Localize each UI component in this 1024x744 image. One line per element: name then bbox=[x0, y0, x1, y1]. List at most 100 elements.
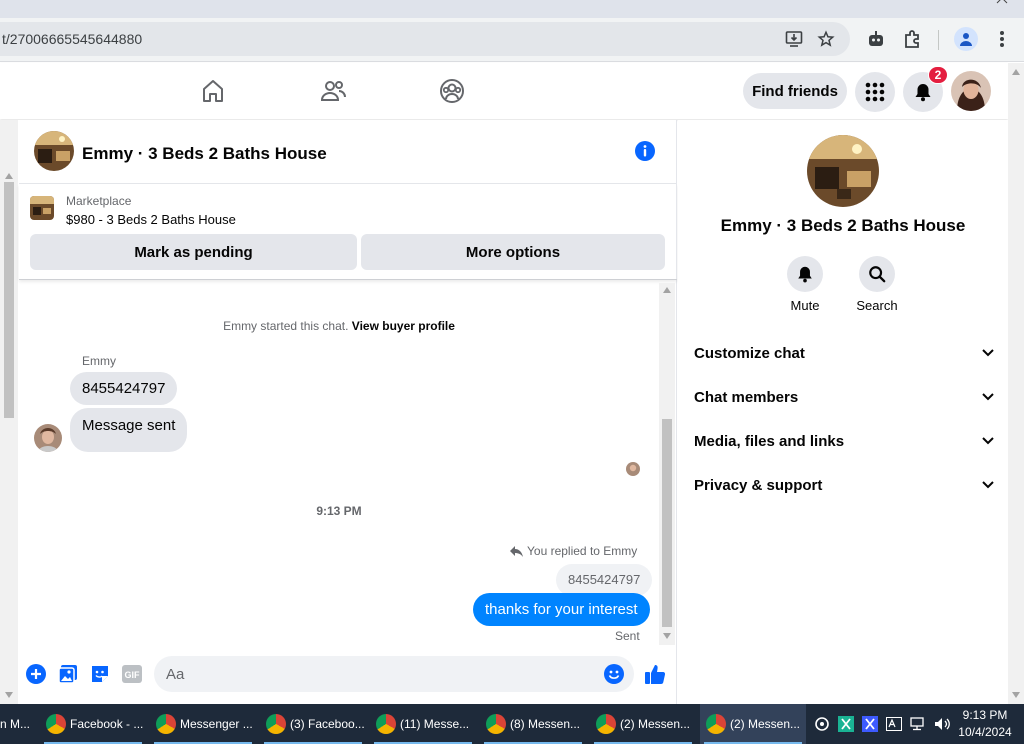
photo-icon[interactable] bbox=[58, 664, 78, 684]
customize-chat-row[interactable]: Customize chat bbox=[694, 335, 994, 371]
message-input-placeholder: Aa bbox=[166, 666, 185, 683]
menu-grid-button[interactable] bbox=[855, 72, 895, 112]
windows-taskbar: n M... Facebook - ... Messenger ... (3) … bbox=[0, 704, 1024, 744]
bookmark-star-icon[interactable] bbox=[814, 27, 838, 51]
page-scrollbar-right[interactable] bbox=[1008, 63, 1024, 704]
sticker-icon[interactable] bbox=[90, 664, 110, 684]
taskbar-item-label: (3) Faceboo... bbox=[290, 717, 365, 731]
details-chat-name: Emmy · 3 Beds 2 Baths House bbox=[720, 216, 966, 235]
system-clock[interactable]: 9:13 PM 10/4/2024 bbox=[953, 707, 1017, 741]
chat-title[interactable]: Emmy · 3 Beds 2 Baths House bbox=[82, 144, 327, 164]
mark-as-pending-button[interactable]: Mark as pending bbox=[30, 234, 357, 270]
chevron-down-icon bbox=[982, 481, 994, 489]
account-avatar[interactable] bbox=[951, 71, 991, 111]
reply-indicator-text: You replied to Emmy bbox=[527, 544, 638, 558]
profile-icon[interactable] bbox=[954, 27, 978, 51]
taskbar-item-label: Messenger ... bbox=[180, 717, 253, 731]
message-thread: Emmy started this chat. View buyer profi… bbox=[19, 282, 659, 647]
search-action[interactable]: Search bbox=[847, 256, 907, 313]
chat-members-row[interactable]: Chat members bbox=[694, 379, 994, 415]
taskbar-item-5[interactable]: (8) Messen... bbox=[480, 704, 586, 744]
taskbar-item-label: (11) Messe... bbox=[400, 717, 470, 731]
browser-toolbar: t/27006665545644880 bbox=[0, 18, 1024, 62]
minimize-icon[interactable] bbox=[948, 0, 960, 4]
address-bar[interactable]: t/27006665545644880 bbox=[0, 22, 850, 56]
close-window-icon[interactable] bbox=[996, 0, 1008, 4]
page-scrollbar-left[interactable] bbox=[0, 120, 18, 704]
chat-started-notice: Emmy started this chat. View buyer profi… bbox=[19, 319, 659, 333]
message-input[interactable]: Aa bbox=[154, 656, 634, 692]
taskbar-item-7[interactable]: (2) Messen... bbox=[700, 704, 806, 744]
incoming-message-2[interactable]: Message sent bbox=[70, 408, 188, 452]
message-scrollbar[interactable] bbox=[659, 283, 675, 645]
reply-indicator: You replied to Emmy bbox=[510, 544, 637, 558]
tray-green-app-icon[interactable] bbox=[838, 716, 854, 732]
sender-avatar[interactable] bbox=[34, 424, 62, 452]
chat-started-text: Emmy started this chat. bbox=[223, 319, 349, 333]
taskbar-item-label: n M... bbox=[0, 717, 31, 731]
like-thumb-icon[interactable] bbox=[644, 663, 666, 685]
incoming-message-1[interactable]: 8455424797 bbox=[70, 372, 178, 405]
extensions-puzzle-icon[interactable] bbox=[900, 27, 924, 51]
chat-details-panel: Emmy · 3 Beds 2 Baths House Mute Search … bbox=[678, 120, 1008, 704]
chrome-icon bbox=[596, 714, 616, 734]
taskbar-item-label: (2) Messen... bbox=[730, 717, 801, 731]
volume-icon[interactable] bbox=[934, 717, 952, 731]
chrome-icon bbox=[266, 714, 286, 734]
privacy-support-label: Privacy & support bbox=[694, 476, 823, 494]
address-url[interactable]: t/27006665545644880 bbox=[2, 31, 142, 47]
sent-status: Sent bbox=[615, 629, 640, 643]
friends-icon[interactable] bbox=[319, 77, 347, 105]
language-icon[interactable] bbox=[886, 717, 902, 731]
taskbar-item-6[interactable]: (2) Messen... bbox=[590, 704, 696, 744]
chrome-icon bbox=[706, 714, 726, 734]
media-files-links-row[interactable]: Media, files and links bbox=[694, 423, 994, 459]
search-icon bbox=[869, 266, 886, 283]
chevron-down-icon bbox=[982, 437, 994, 445]
customize-chat-label: Customize chat bbox=[694, 344, 805, 362]
details-listing-avatar[interactable] bbox=[807, 135, 879, 207]
chrome-icon bbox=[46, 714, 66, 734]
clock-time: 9:13 PM bbox=[962, 708, 1008, 722]
listing-price-title[interactable]: $980 - 3 Beds 2 Baths House bbox=[66, 212, 236, 227]
mute-action[interactable]: Mute bbox=[775, 256, 835, 313]
home-icon[interactable] bbox=[199, 77, 227, 105]
notification-count-badge: 2 bbox=[928, 66, 948, 84]
taskbar-item-4[interactable]: (11) Messe... bbox=[370, 704, 476, 744]
media-files-links-label: Media, files and links bbox=[694, 432, 845, 450]
chrome-icon bbox=[376, 714, 396, 734]
quoted-message[interactable]: 8455424797 bbox=[556, 564, 653, 596]
find-friends-button[interactable]: Find friends bbox=[743, 73, 847, 109]
search-label: Search bbox=[856, 298, 898, 313]
tray-app-icon[interactable] bbox=[814, 716, 830, 732]
facebook-top-nav: Find friends bbox=[0, 63, 1008, 119]
browser-title-strip bbox=[0, 0, 1024, 18]
plus-icon[interactable] bbox=[26, 664, 46, 684]
taskbar-item-0[interactable]: n M... bbox=[0, 704, 38, 744]
privacy-support-row[interactable]: Privacy & support bbox=[694, 467, 994, 503]
browser-menu-icon[interactable] bbox=[990, 27, 1014, 51]
grid-icon bbox=[865, 82, 885, 102]
more-options-button[interactable]: More options bbox=[361, 234, 665, 270]
taskbar-item-label: (8) Messen... bbox=[510, 717, 581, 731]
listing-avatar[interactable] bbox=[34, 131, 74, 171]
outgoing-message[interactable]: thanks for your interest bbox=[473, 593, 650, 626]
chevron-down-icon bbox=[982, 349, 994, 357]
seen-receipt-avatar bbox=[626, 462, 640, 476]
taskbar-item-label: (2) Messen... bbox=[620, 717, 691, 731]
tray-blue-app-icon[interactable] bbox=[862, 716, 878, 732]
listing-thumbnail[interactable] bbox=[30, 196, 54, 220]
view-buyer-profile-link[interactable]: View buyer profile bbox=[352, 319, 455, 333]
taskbar-item-1[interactable]: Facebook - ... bbox=[40, 704, 146, 744]
taskbar-item-2[interactable]: Messenger ... bbox=[150, 704, 256, 744]
emoji-icon[interactable] bbox=[604, 664, 624, 684]
gif-icon[interactable]: GIF bbox=[122, 665, 142, 683]
network-icon[interactable] bbox=[910, 717, 928, 731]
assistant-robot-icon[interactable] bbox=[864, 27, 888, 51]
groups-icon[interactable] bbox=[438, 77, 466, 105]
install-app-icon[interactable] bbox=[782, 27, 806, 51]
taskbar-item-3[interactable]: (3) Faceboo... bbox=[260, 704, 366, 744]
mute-label: Mute bbox=[790, 298, 820, 313]
reply-arrow-icon bbox=[510, 545, 523, 557]
info-icon[interactable] bbox=[634, 140, 656, 162]
